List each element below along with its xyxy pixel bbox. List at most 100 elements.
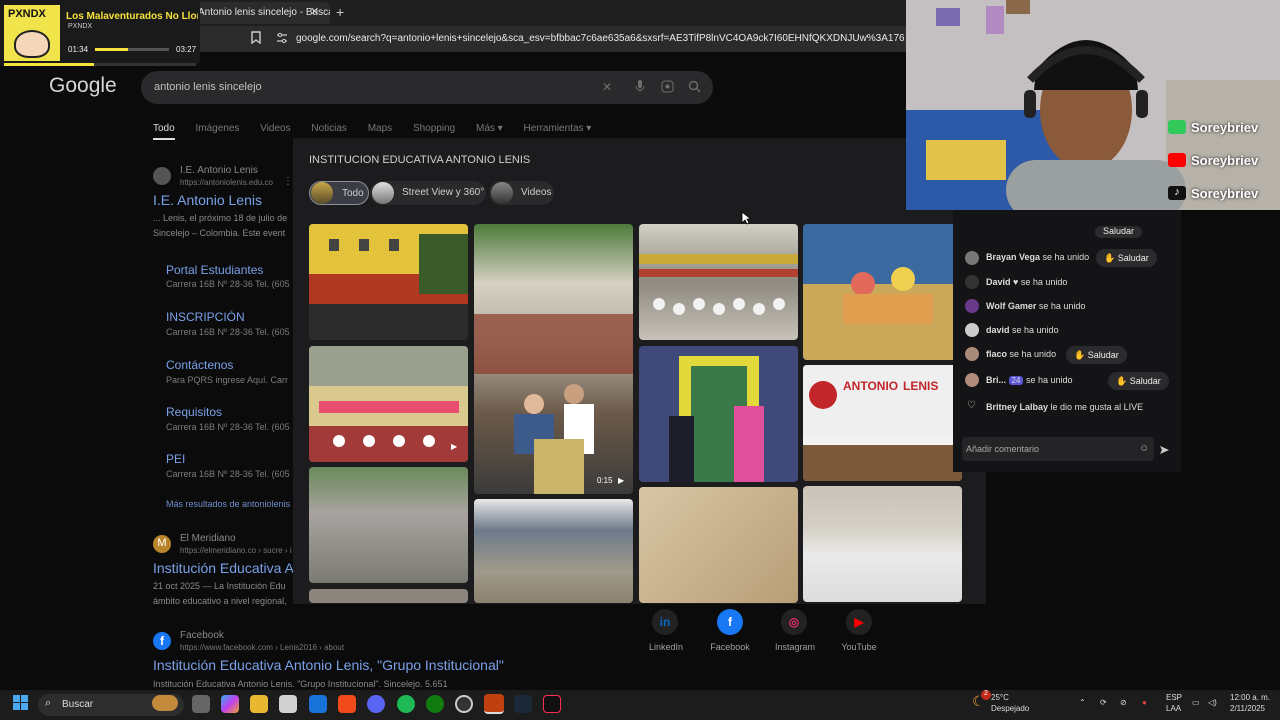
chat-message: Wolf Gamer se ha unido — [986, 301, 1086, 311]
salute-button[interactable]: ✋ Saludar — [1108, 372, 1169, 390]
tab-maps[interactable]: Maps — [368, 123, 392, 134]
result-favicon — [153, 167, 171, 185]
linkedin-icon[interactable]: in — [652, 609, 678, 635]
result-site-name[interactable]: El Meridiano — [180, 533, 236, 544]
microphone-icon[interactable]: ● — [1142, 698, 1147, 707]
youtube-icon[interactable]: ▶ — [846, 609, 872, 635]
wave-icon: ✋ — [1104, 253, 1118, 263]
url-text[interactable]: google.com/search?q=antonio+lenis+sincel… — [296, 33, 904, 44]
image-thumbnail[interactable] — [309, 346, 468, 462]
tab-herramientas[interactable]: Herramientas ▾ — [523, 123, 591, 134]
result-url[interactable]: https://www.facebook.com › Lenis2016 › a… — [180, 643, 344, 652]
instagram-label[interactable]: Instagram — [765, 642, 825, 652]
comment-placeholder[interactable]: Añadir comentario — [966, 444, 1039, 454]
image-thumbnail[interactable] — [639, 224, 798, 340]
chat-app-icon — [1168, 120, 1186, 134]
spotify-icon[interactable] — [397, 695, 415, 713]
image-thumbnail[interactable] — [639, 487, 798, 603]
chevron-up-icon[interactable]: ⌃ — [1079, 698, 1086, 707]
chat-message: Britney Lalbay le dio me gusta al LIVE — [986, 402, 1144, 412]
image-thumbnail[interactable] — [803, 224, 962, 360]
sync-icon[interactable]: ⟳ — [1100, 698, 1107, 707]
weather-desc[interactable]: Despejado — [991, 704, 1029, 713]
tab-noticias[interactable]: Noticias — [311, 123, 347, 134]
clock-date[interactable]: 2/11/2025 — [1230, 704, 1265, 713]
streaming-app-icon[interactable] — [484, 694, 504, 714]
obs-icon[interactable] — [455, 695, 473, 713]
image-thumbnail[interactable] — [639, 346, 798, 482]
salute-button[interactable]: Saludar — [1095, 226, 1143, 238]
result-title[interactable]: Institución Educativa Ar — [153, 560, 293, 576]
play-icon: ▶ — [451, 442, 458, 451]
language-layout[interactable]: LAA — [1166, 704, 1181, 713]
task-view-icon[interactable] — [192, 695, 210, 713]
image-thumbnail[interactable] — [309, 467, 468, 583]
new-tab-button[interactable]: + — [336, 4, 344, 20]
display-icon[interactable]: ▭ — [1192, 698, 1200, 707]
tab-close-icon[interactable]: ✕ — [310, 5, 319, 18]
clear-icon[interactable]: ✕ — [602, 80, 612, 94]
result-title[interactable]: I.E. Antonio Lenis — [153, 192, 262, 208]
album-art-face — [14, 30, 50, 58]
image-thumbnail[interactable] — [474, 499, 633, 603]
tiktok-live-icon[interactable] — [543, 695, 561, 713]
language-code[interactable]: ESP — [1166, 693, 1182, 702]
lens-icon[interactable] — [661, 80, 674, 96]
image-thumbnail[interactable] — [309, 589, 468, 603]
site-info-icon[interactable] — [276, 32, 288, 47]
search-query[interactable]: antonio lenis sincelejo — [154, 81, 262, 93]
instagram-icon[interactable]: ◎ — [781, 609, 807, 635]
result-site-name[interactable]: I.E. Antonio Lenis — [180, 165, 258, 176]
sitelink-title[interactable]: INSCRIPCIÓN — [166, 310, 245, 324]
tab-shopping[interactable]: Shopping — [413, 123, 455, 134]
chip-thumb — [372, 182, 394, 204]
browser-tab[interactable]: Antonio lenis sincelejo - Buscar c — [190, 2, 330, 24]
search-icon[interactable] — [688, 80, 701, 96]
xbox-icon[interactable] — [426, 695, 444, 713]
bookmark-icon[interactable] — [250, 31, 262, 47]
brave-icon[interactable] — [338, 695, 356, 713]
sitelink-title[interactable]: Requisitos — [166, 405, 222, 419]
sitelink-title[interactable]: Contáctenos — [166, 358, 233, 372]
linkedin-label[interactable]: LinkedIn — [636, 642, 696, 652]
weather-temp[interactable]: 25°C — [991, 693, 1009, 702]
result-site-name[interactable]: Facebook — [180, 630, 224, 641]
network-off-icon[interactable]: ⊘ — [1120, 698, 1127, 707]
tab-mas[interactable]: Más ▾ — [476, 123, 503, 134]
windows-start-icon[interactable] — [13, 695, 29, 716]
volume-icon[interactable]: ◁) — [1208, 698, 1217, 707]
result-url[interactable]: https://elmeridiano.co › sucre › i — [180, 546, 292, 555]
image-thumbnail[interactable] — [474, 224, 633, 494]
facebook-label[interactable]: Facebook — [700, 642, 760, 652]
salute-button[interactable]: ✋ Saludar — [1096, 249, 1157, 267]
sitelink-title[interactable]: Portal Estudiantes — [166, 263, 263, 277]
result-snippet: Sincelejo – Colombia. Este event — [153, 228, 286, 238]
facebook-icon[interactable]: f — [717, 609, 743, 635]
outlook-icon[interactable] — [309, 695, 327, 713]
salute-button[interactable]: ✋ Saludar — [1066, 346, 1127, 364]
tab-videos[interactable]: Videos — [260, 123, 290, 134]
tab-todo[interactable]: Todo — [153, 123, 175, 140]
result-title[interactable]: Institución Educativa Antonio Lenis, "Gr… — [153, 657, 504, 673]
file-explorer-icon[interactable] — [250, 695, 268, 713]
google-logo[interactable]: Google — [49, 74, 117, 98]
taskbar-search-text[interactable]: Buscar — [62, 699, 93, 710]
more-options-icon[interactable]: ⋮ — [283, 176, 293, 187]
send-icon[interactable] — [1159, 443, 1170, 461]
sitelink-title[interactable]: PEI — [166, 452, 185, 466]
clock-time[interactable]: 12:00 a. m. — [1230, 693, 1270, 702]
chat-message: Brayan Vega se ha unido — [986, 252, 1090, 262]
microphone-icon[interactable] — [634, 79, 646, 96]
store-icon[interactable] — [279, 695, 297, 713]
tab-imagenes[interactable]: Imágenes — [195, 123, 239, 134]
result-url[interactable]: https://antoniolenis.edu.co — [180, 178, 273, 187]
steam-icon[interactable] — [514, 695, 532, 713]
image-thumbnail[interactable] — [309, 224, 468, 340]
discord-icon[interactable] — [367, 695, 385, 713]
emoji-icon[interactable]: ☺ — [1139, 443, 1149, 454]
copilot-icon[interactable] — [221, 695, 239, 713]
image-thumbnail[interactable] — [803, 486, 962, 602]
image-thumbnail[interactable]: ANTONIO LENIS — [803, 365, 962, 481]
youtube-label[interactable]: YouTube — [829, 642, 889, 652]
more-results-link[interactable]: Más resultados de antoniolenis — [166, 499, 294, 509]
